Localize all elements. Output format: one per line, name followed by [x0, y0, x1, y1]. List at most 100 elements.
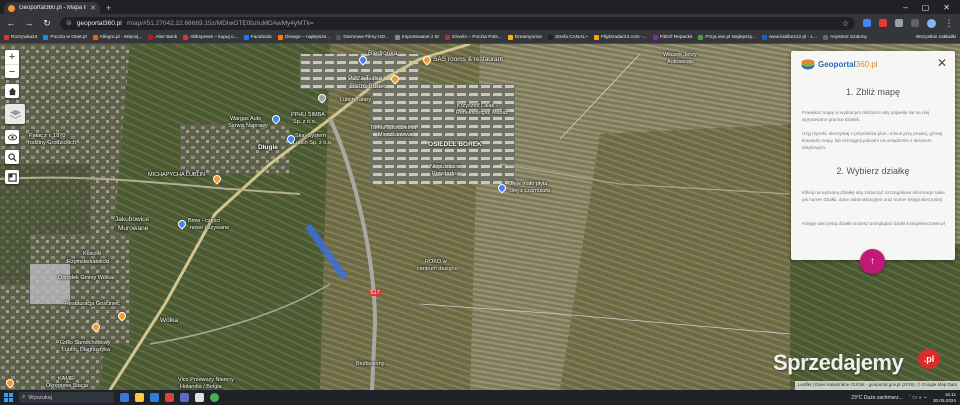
- bookmark-label: Poczta w Onet.pl: [50, 35, 87, 40]
- profile-avatar[interactable]: [927, 18, 936, 28]
- bookmark-favicon-icon: [761, 35, 767, 40]
- edge-icon[interactable]: [150, 393, 159, 402]
- forward-icon[interactable]: →: [24, 18, 34, 28]
- bookmark-item[interactable]: Poczta w Onet.pl: [43, 35, 87, 40]
- search-button[interactable]: [5, 150, 19, 164]
- bookmark-label: FitGirl Repacks: [659, 35, 693, 40]
- step2-text: Kliknij na wybraną działkę aby zobaczyć …: [802, 190, 945, 202]
- close-window-button[interactable]: ✕: [943, 2, 950, 14]
- bookmark-favicon-icon: [148, 35, 154, 40]
- layers-button[interactable]: [5, 104, 25, 124]
- map-label: Ośrodek Gminy Wólka: [58, 275, 114, 281]
- bookmark-label: Darmowe Filmy HD...: [343, 35, 389, 40]
- bookmark-item[interactable]: Flightradar24.com -...: [594, 35, 647, 40]
- map-label: Lublin Tatary: [340, 97, 372, 103]
- fullscreen-button[interactable]: [5, 170, 19, 184]
- bookmark-item[interactable]: Alior Bank: [148, 35, 177, 40]
- url-path: /map/#51.27042,22.66669.15z/MDIwOTE0bzIu…: [126, 19, 314, 27]
- tray-icons[interactable]: ˆ ▭ ◐ ⌁: [909, 395, 927, 401]
- geoportal-logo[interactable]: Geoportal360.pl: [801, 59, 878, 70]
- bookmark-star-icon[interactable]: ☆: [842, 19, 849, 28]
- sidebar-icon[interactable]: [911, 19, 919, 27]
- start-button[interactable]: [4, 393, 13, 402]
- zoom-out-button[interactable]: −: [5, 64, 19, 78]
- car-service-pin-icon[interactable]: [176, 218, 188, 230]
- eye-icon: [7, 134, 17, 140]
- task-view-icon[interactable]: [120, 393, 129, 402]
- place-pin-icon[interactable]: [316, 92, 328, 104]
- bookmark-item[interactable]: Importowane z IE: [394, 35, 439, 40]
- browser-tab[interactable]: Geoportal360.pl - Mapa Intera... ✕: [4, 2, 100, 14]
- bookmark-item[interactable]: Envelo – Poczta Pols...: [445, 35, 502, 40]
- map-label: Wólka: [160, 317, 179, 324]
- business-pin-icon[interactable]: [270, 113, 282, 125]
- app-icon[interactable]: [165, 393, 174, 402]
- extensions-puzzle-icon[interactable]: [895, 19, 903, 27]
- business-pin-icon[interactable]: [285, 133, 297, 145]
- taskbar-search[interactable]: ⌕ Wyszukaj: [19, 392, 114, 403]
- chrome-icon[interactable]: [210, 393, 219, 402]
- bookmark-item[interactable]: Asystent Szalony: [823, 35, 867, 40]
- weather-widget[interactable]: 23°C Duże zachmurz...: [851, 395, 902, 401]
- bookmark-item[interactable]: AliExpress – kupuj o...: [183, 35, 238, 40]
- bookmark-item[interactable]: www.kubbe112.pl - L...: [761, 35, 817, 40]
- address-bar[interactable]: ⊜ geoportal360.pl /map/#51.27042,22.6666…: [60, 16, 855, 30]
- taskbar-search-placeholder: Wyszukaj: [28, 394, 52, 401]
- site-info-icon[interactable]: ⊜: [66, 19, 72, 27]
- bookmark-label: Flightradar24.com -...: [601, 35, 647, 40]
- new-tab-button[interactable]: +: [106, 2, 111, 14]
- zoom-in-button[interactable]: +: [5, 50, 19, 64]
- map-label: Pizza Turka: [348, 75, 382, 82]
- all-bookmarks-folder[interactable]: Wszystkie zakładki: [916, 35, 956, 40]
- bookmark-item[interactable]: Allegro.pl - Więcej...: [92, 35, 142, 40]
- clock[interactable]: 15:11 30.05.2024: [933, 392, 956, 403]
- shop-pin-icon[interactable]: [496, 182, 508, 194]
- map-label: KAME: [58, 376, 74, 382]
- extension-icon[interactable]: [863, 19, 871, 27]
- shop-pin-icon[interactable]: [357, 54, 369, 66]
- home-button[interactable]: [5, 84, 19, 98]
- url-host: geoportal360.pl: [76, 19, 122, 27]
- bookmark-label: AliExpress – kupuj o...: [190, 35, 238, 40]
- file-explorer-icon[interactable]: [135, 393, 144, 402]
- app-icon[interactable]: [195, 393, 204, 402]
- map-label: Oleje mało płyta: [508, 181, 548, 187]
- bookmarks-bar: Rozrywka24 Poczta w Onet.pl Allegro.pl - W…: [0, 32, 960, 44]
- restaurant-pin-icon[interactable]: [4, 377, 16, 389]
- scroll-up-button[interactable]: ↑: [860, 249, 885, 274]
- bookmark-item[interactable]: Rozrywka24: [4, 35, 37, 40]
- bookmark-item[interactable]: Darmowe Filmy HD...: [336, 35, 389, 40]
- bookmark-label: Alior Bank: [155, 35, 178, 40]
- street-view-button[interactable]: [5, 130, 19, 144]
- map-label: Jakubowice: [115, 216, 149, 223]
- map-label: Kościół: [83, 251, 101, 257]
- map-label: Wargas Auto: [230, 116, 262, 122]
- bookmark-favicon-icon: [92, 35, 98, 40]
- bookmark-favicon-icon: [4, 35, 9, 40]
- minimize-button[interactable]: –: [903, 2, 907, 14]
- restaurant-pin-icon[interactable]: [116, 310, 128, 322]
- restaurant-pin-icon[interactable]: [90, 321, 102, 333]
- bookmark-item[interactable]: PrzyLinie.pl Najlepszy...: [698, 35, 756, 40]
- extension-icon[interactable]: [879, 19, 887, 27]
- panel-close-button[interactable]: ✕: [937, 56, 947, 70]
- bookmark-item[interactable]: Facebook: [243, 35, 272, 40]
- tab-strip: Geoportal360.pl - Mapa Intera... ✕ + – ▢…: [0, 0, 960, 14]
- restaurant-pin-icon[interactable]: [421, 54, 433, 66]
- windows-taskbar: ⌕ Wyszukaj 23°C Duże zachmurz... ˆ ▭ ◐ ⌁…: [0, 390, 960, 405]
- reload-icon[interactable]: ↻: [42, 18, 52, 29]
- bookmark-item[interactable]: Dreamyorion: [507, 35, 542, 40]
- restaurant-pin-icon[interactable]: [389, 73, 401, 85]
- maximize-button[interactable]: ▢: [922, 2, 930, 14]
- bookmark-item[interactable]: Strefa CANAL+: [548, 35, 588, 40]
- map-label: Bmw - części: [188, 218, 221, 224]
- back-icon[interactable]: ←: [6, 18, 16, 28]
- menu-kebab-icon[interactable]: ⋮: [944, 18, 954, 29]
- bookmark-item[interactable]: FitGirl Repacks: [652, 35, 693, 40]
- map-label: Okręgowa Stacja: [46, 383, 88, 389]
- restaurant-pin-icon[interactable]: [211, 173, 223, 185]
- map-label: Wilczek Jerzy: [663, 52, 697, 58]
- bookmark-item[interactable]: Orange – najlepsze...: [277, 35, 330, 40]
- tab-close-icon[interactable]: ✕: [90, 4, 96, 12]
- app-icon[interactable]: [180, 393, 189, 402]
